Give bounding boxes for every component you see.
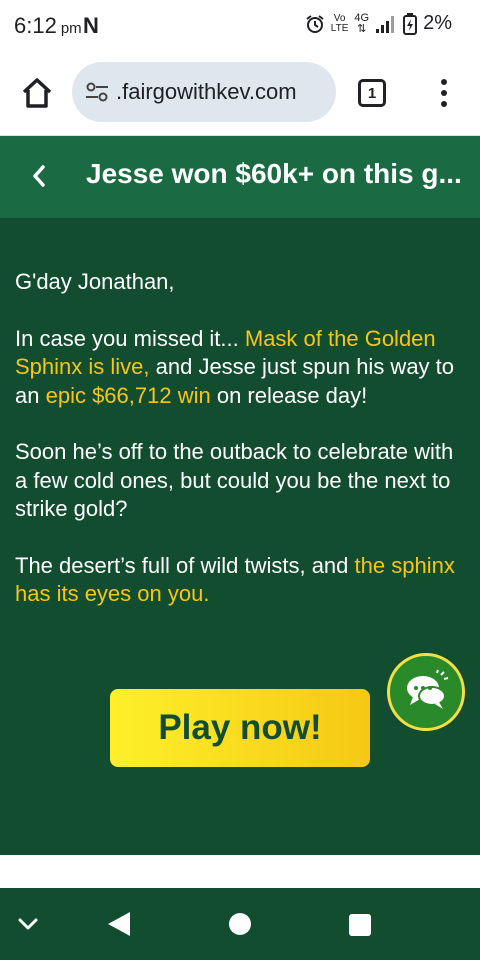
chat-bubbles-icon	[407, 669, 449, 709]
browser-toolbar: .fairgowithkev.com 1	[0, 52, 480, 136]
email-paragraph-2: Soon he’s off to the outback to celebrat…	[15, 439, 454, 521]
battery-charging-icon	[403, 12, 418, 35]
nav-collapse-button[interactable]	[14, 910, 42, 938]
tune-icon[interactable]	[84, 79, 110, 105]
back-button[interactable]	[26, 158, 52, 194]
chat-button[interactable]	[387, 653, 465, 731]
circle-home-icon	[229, 913, 251, 935]
nav-home-button[interactable]	[226, 910, 254, 938]
notification-icon: N	[83, 13, 99, 38]
volte-indicator: Vo LTE	[330, 12, 349, 34]
network-type: 4G ⇅	[354, 11, 370, 35]
signal-icon	[376, 15, 395, 33]
email-greeting: G'day Jonathan,	[15, 269, 175, 294]
nav-back-button[interactable]	[104, 908, 134, 940]
triangle-back-icon	[108, 912, 130, 936]
status-icons: Vo LTE 4G ⇅ 2%	[305, 12, 452, 35]
chevron-left-icon	[33, 165, 45, 187]
email-paragraph-1: In case you missed it... Mask of the Gol…	[15, 325, 455, 408]
email-subject-title: Jesse won $60k+ on this g...	[86, 158, 462, 189]
home-icon	[22, 78, 52, 108]
email-body: G'day Jonathan, In case you missed it...…	[0, 218, 480, 855]
status-bar: 6:12 pm N Vo LTE 4G ⇅ 2%	[0, 0, 480, 52]
address-bar[interactable]: .fairgowithkev.com	[72, 62, 336, 122]
play-now-button[interactable]: Play now!	[110, 689, 370, 767]
chevron-down-icon	[18, 918, 38, 930]
email-content: G'day Jonathan, In case you missed it...…	[15, 268, 465, 637]
tab-switcher-button[interactable]: 1	[358, 79, 386, 107]
url-text: .fairgowithkev.com	[116, 79, 297, 104]
nav-recents-button[interactable]	[345, 910, 375, 940]
page-bottom-strip	[0, 855, 480, 888]
home-button[interactable]	[20, 76, 54, 110]
alarm-icon	[306, 14, 324, 33]
status-time-value: 6:12	[14, 13, 57, 38]
more-vert-icon[interactable]	[432, 76, 456, 110]
system-navigation-bar	[0, 888, 480, 960]
status-ampm: pm	[60, 20, 82, 37]
square-recents-icon	[349, 914, 371, 936]
status-time: 6:12 pm	[14, 13, 82, 39]
email-paragraph-3: The desert’s full of wild twists, and th…	[15, 552, 455, 607]
email-header: Jesse won $60k+ on this g...	[0, 136, 480, 218]
battery-percent: 2%	[423, 12, 452, 34]
